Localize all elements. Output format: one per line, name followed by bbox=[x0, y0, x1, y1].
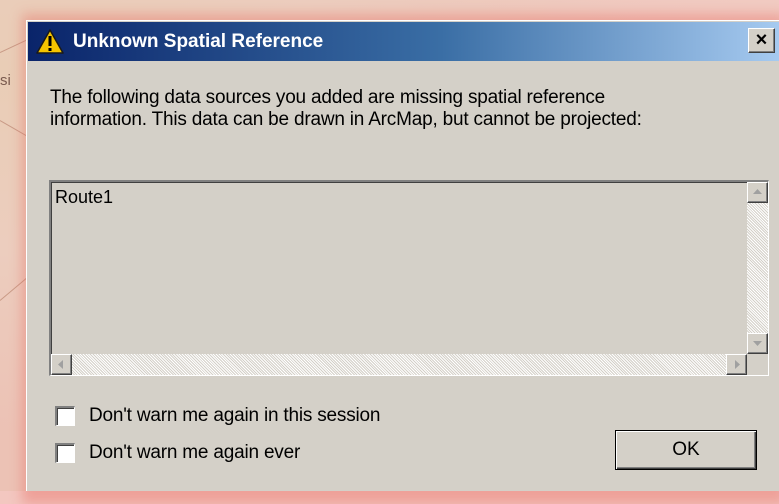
close-button[interactable]: × bbox=[748, 28, 775, 53]
ok-button[interactable]: OK bbox=[615, 430, 757, 470]
checkbox-row-ever[interactable]: Don't warn me again ever bbox=[55, 442, 300, 464]
data-source-listbox[interactable]: Route1 bbox=[49, 180, 769, 376]
list-items: Route1 bbox=[54, 186, 746, 353]
arrow-right-icon bbox=[735, 360, 740, 369]
dont-warn-ever-label[interactable]: Don't warn me again ever bbox=[89, 442, 300, 464]
unknown-spatial-reference-dialog: Unknown Spatial Reference × The followin… bbox=[26, 20, 779, 491]
scroll-down-button[interactable] bbox=[747, 333, 768, 354]
arrow-left-icon bbox=[58, 360, 63, 369]
dont-warn-ever-checkbox[interactable] bbox=[55, 443, 75, 463]
scroll-corner bbox=[747, 354, 768, 375]
dont-warn-session-label[interactable]: Don't warn me again in this session bbox=[89, 405, 380, 427]
vertical-scrollbar[interactable] bbox=[747, 182, 768, 354]
arrow-down-icon bbox=[753, 341, 762, 346]
arrow-up-icon bbox=[753, 189, 762, 194]
scroll-left-button[interactable] bbox=[51, 354, 72, 375]
message-line-1: The following data sources you added are… bbox=[50, 87, 606, 108]
warning-icon bbox=[36, 28, 64, 55]
dont-warn-session-checkbox[interactable] bbox=[55, 406, 75, 426]
dialog-titlebar[interactable]: Unknown Spatial Reference × bbox=[28, 22, 779, 61]
scroll-up-button[interactable] bbox=[747, 182, 768, 203]
list-item[interactable]: Route1 bbox=[54, 186, 746, 208]
checkbox-row-session[interactable]: Don't warn me again in this session bbox=[55, 405, 380, 427]
dialog-title: Unknown Spatial Reference bbox=[73, 30, 324, 52]
map-label-fragment: si bbox=[0, 72, 11, 89]
scroll-right-button[interactable] bbox=[726, 354, 747, 375]
horizontal-scrollbar[interactable] bbox=[51, 354, 747, 375]
message-line-2: information. This data can be drawn in A… bbox=[50, 109, 642, 130]
dialog-message: The following data sources you added are… bbox=[50, 87, 770, 131]
